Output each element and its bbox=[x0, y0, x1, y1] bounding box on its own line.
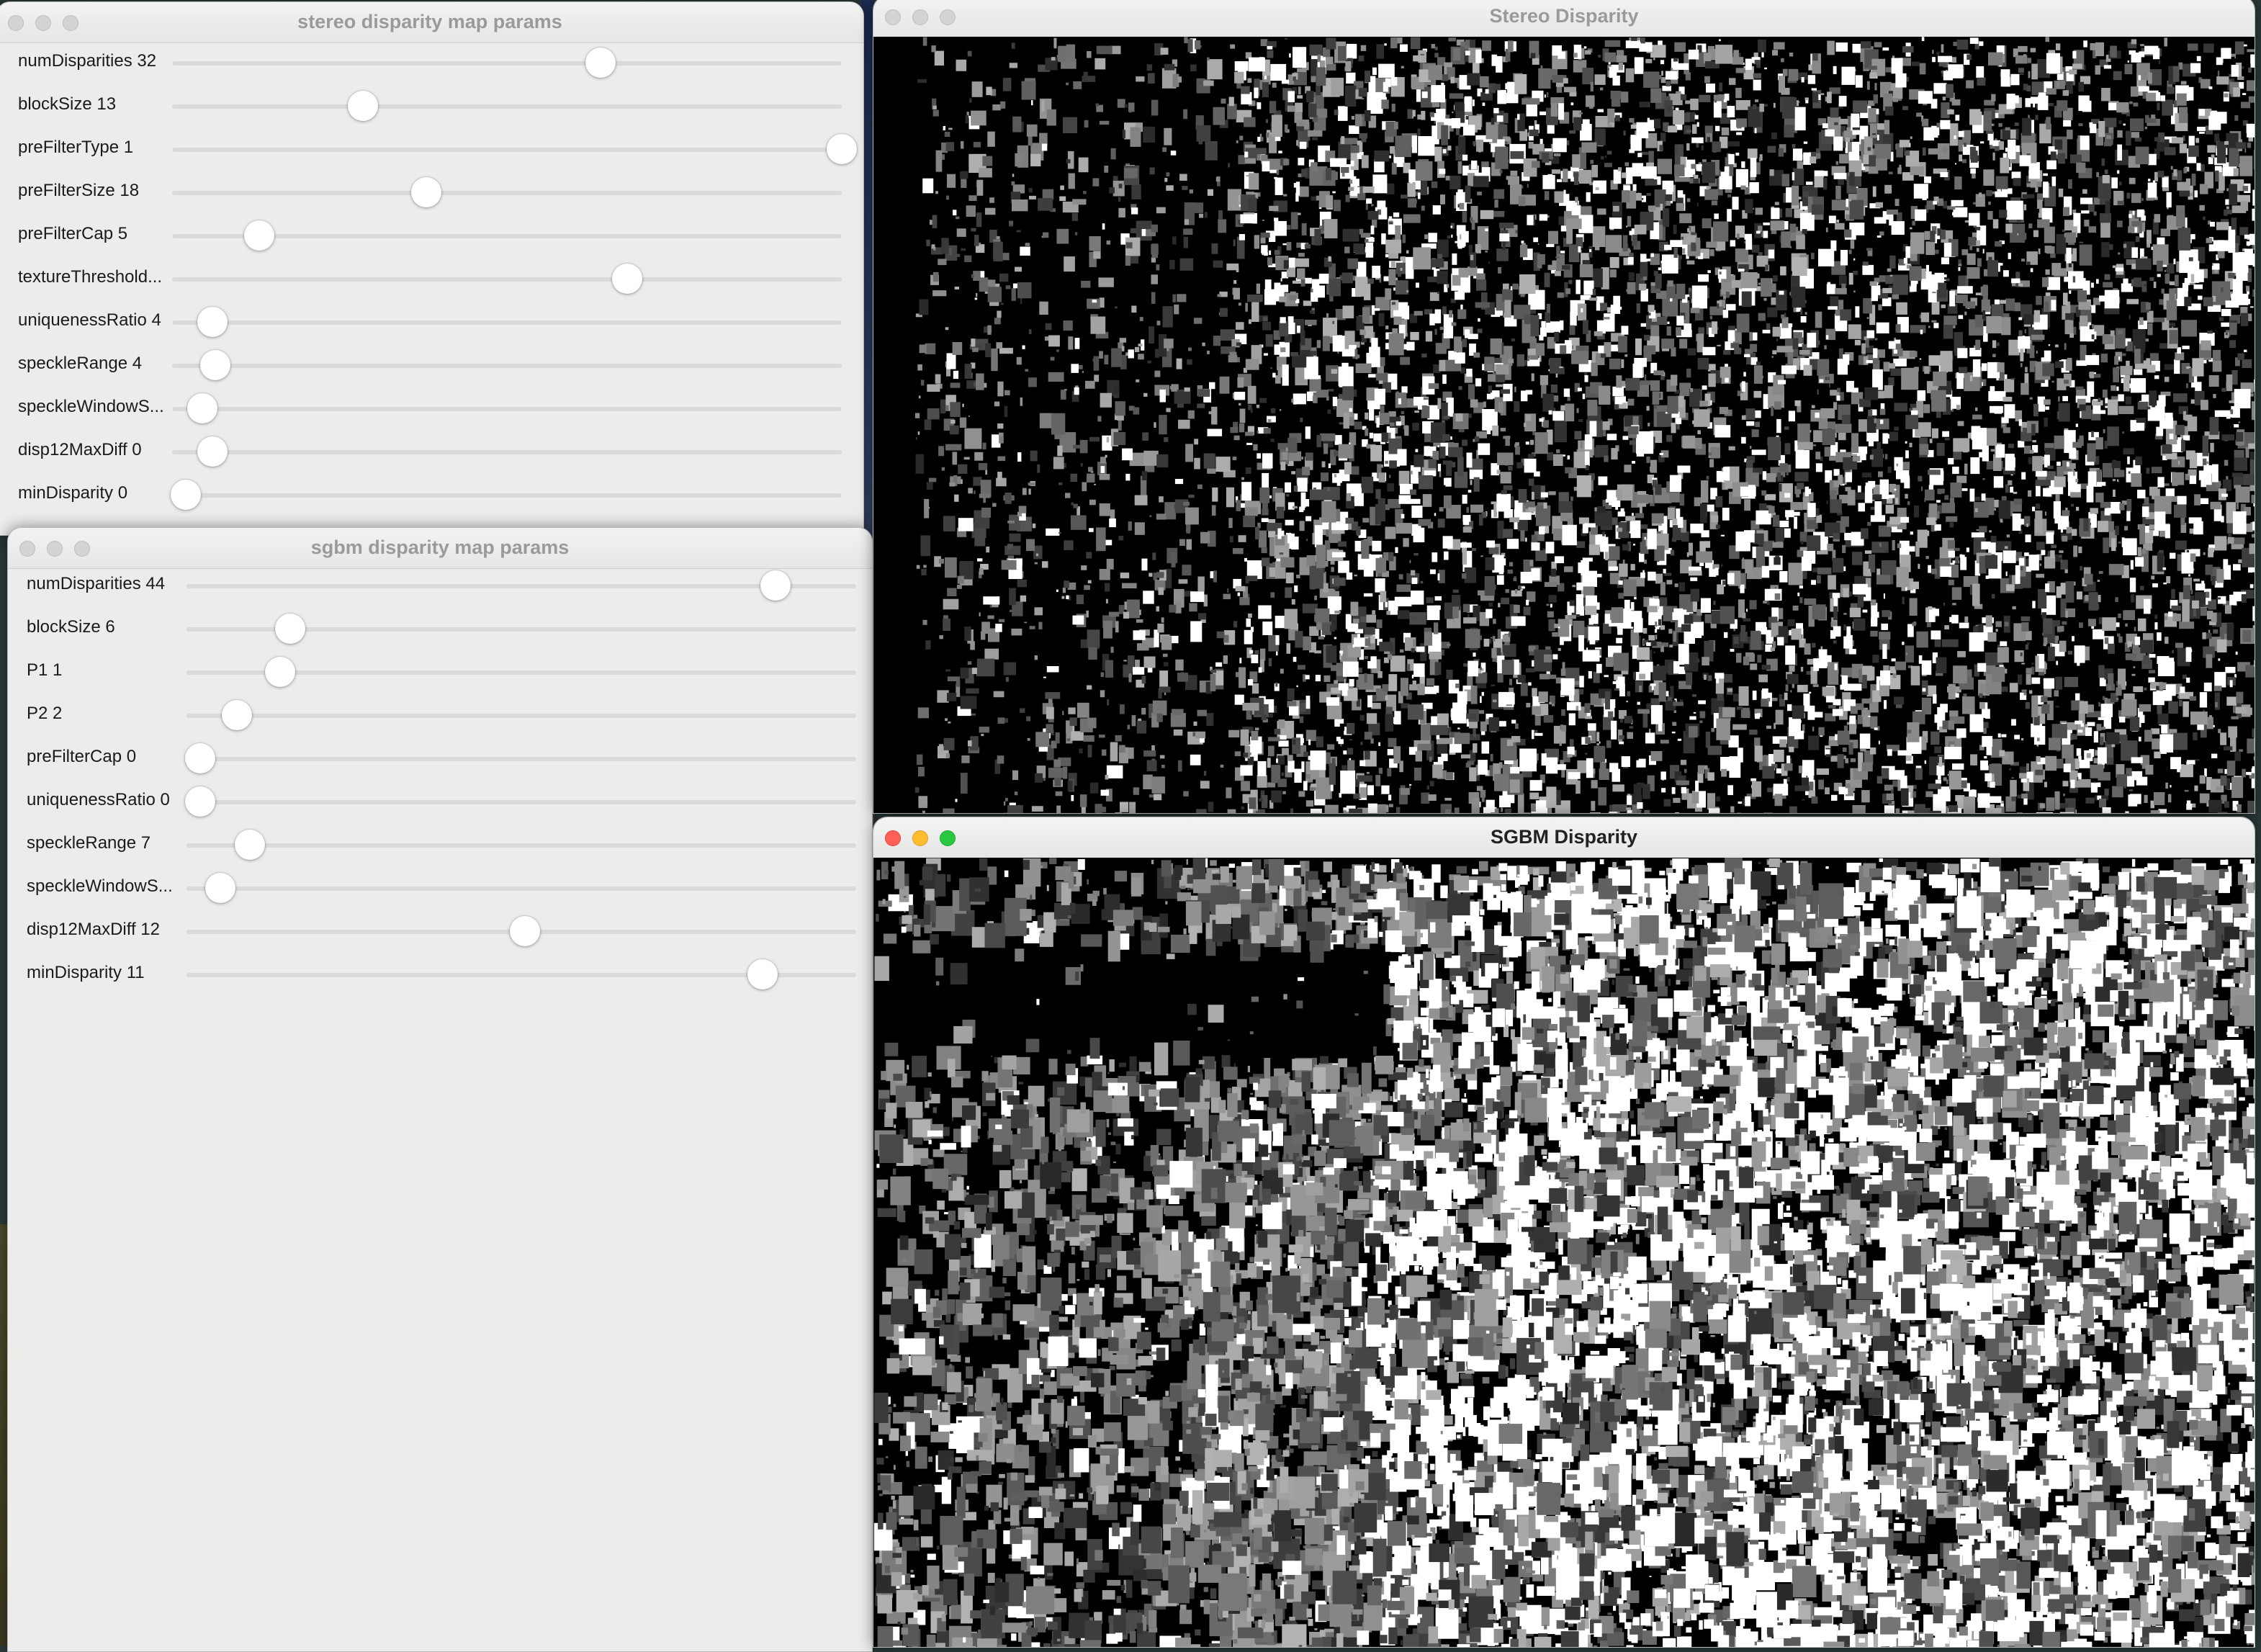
slider-label: numDisparities 44 bbox=[27, 574, 182, 594]
sgbm-params-window: sgbm disparity map params numDisparities… bbox=[7, 527, 873, 1652]
slider-label: uniquenessRatio 0 bbox=[27, 790, 182, 810]
slider-label: minDisparity 11 bbox=[27, 963, 182, 983]
slider-track[interactable] bbox=[186, 584, 856, 588]
slider-track[interactable] bbox=[186, 670, 856, 675]
sgbm-disparity-titlebar[interactable]: SGBM Disparity bbox=[873, 817, 2255, 858]
window-title: SGBM Disparity bbox=[873, 826, 2255, 848]
slider-track[interactable] bbox=[186, 843, 856, 848]
slider-row: P2 2 bbox=[27, 693, 869, 737]
slider-track[interactable] bbox=[172, 493, 842, 498]
slider-thumb[interactable] bbox=[510, 916, 540, 946]
slider-track[interactable] bbox=[172, 61, 842, 66]
slider-row: speckleRange 4 bbox=[18, 344, 853, 387]
slider-row: blockSize 6 bbox=[27, 607, 869, 650]
slider-label: uniquenessRatio 4 bbox=[18, 310, 174, 331]
slider-label: speckleRange 7 bbox=[27, 833, 182, 853]
slider-thumb[interactable] bbox=[612, 264, 642, 294]
slider-label: speckleWindowS... bbox=[18, 397, 174, 417]
slider-thumb[interactable] bbox=[197, 307, 228, 337]
slider-row: numDisparities 44 bbox=[27, 564, 869, 607]
slider-row: disp12MaxDiff 0 bbox=[18, 430, 853, 473]
slider-label: disp12MaxDiff 12 bbox=[27, 920, 182, 940]
slider-track[interactable] bbox=[172, 407, 842, 411]
slider-row: minDisparity 11 bbox=[27, 953, 869, 996]
slider-label: minDisparity 0 bbox=[18, 483, 174, 503]
slider-track[interactable] bbox=[172, 148, 842, 152]
stereo-disparity-window: Stereo Disparity bbox=[873, 0, 2255, 814]
slider-track[interactable] bbox=[172, 364, 842, 368]
slider-thumb[interactable] bbox=[222, 700, 252, 730]
slider-label: textureThreshold... bbox=[18, 267, 174, 287]
slider-row: textureThreshold... bbox=[18, 257, 853, 300]
slider-track[interactable] bbox=[172, 234, 842, 238]
slider-row: uniquenessRatio 0 bbox=[27, 780, 869, 823]
slider-track[interactable] bbox=[172, 104, 842, 109]
slider-thumb[interactable] bbox=[275, 614, 305, 644]
slider-label: preFilterSize 18 bbox=[18, 181, 174, 201]
slider-row: preFilterType 1 bbox=[18, 127, 853, 171]
slider-thumb[interactable] bbox=[244, 220, 274, 251]
slider-thumb[interactable] bbox=[411, 177, 441, 207]
window-title: Stereo Disparity bbox=[873, 5, 2255, 27]
slider-row: disp12MaxDiff 12 bbox=[27, 910, 869, 953]
slider-thumb[interactable] bbox=[760, 570, 791, 601]
slider-label: speckleRange 4 bbox=[18, 354, 174, 374]
slider-label: P1 1 bbox=[27, 660, 182, 681]
slider-track[interactable] bbox=[172, 450, 842, 454]
slider-label: preFilterType 1 bbox=[18, 138, 174, 158]
slider-thumb[interactable] bbox=[827, 134, 857, 164]
slider-label: disp12MaxDiff 0 bbox=[18, 440, 174, 460]
slider-track[interactable] bbox=[186, 930, 856, 934]
slider-track[interactable] bbox=[186, 800, 856, 804]
slider-thumb[interactable] bbox=[187, 393, 217, 423]
slider-thumb[interactable] bbox=[265, 657, 295, 687]
slider-thumb[interactable] bbox=[197, 436, 228, 467]
slider-row: speckleWindowS... bbox=[27, 866, 869, 910]
slider-label: preFilterCap 0 bbox=[27, 747, 182, 767]
slider-thumb[interactable] bbox=[348, 91, 378, 121]
slider-thumb[interactable] bbox=[171, 480, 201, 510]
slider-row: preFilterCap 0 bbox=[27, 737, 869, 780]
slider-label: preFilterCap 5 bbox=[18, 224, 174, 244]
window-title: sgbm disparity map params bbox=[8, 537, 872, 559]
slider-row: minDisparity 0 bbox=[18, 473, 853, 516]
slider-thumb[interactable] bbox=[205, 873, 235, 903]
slider-label: numDisparities 32 bbox=[18, 51, 174, 71]
stereo-disparity-image bbox=[873, 37, 2255, 813]
slider-thumb[interactable] bbox=[235, 830, 265, 860]
slider-label: speckleWindowS... bbox=[27, 876, 182, 897]
slider-row: speckleRange 7 bbox=[27, 823, 869, 866]
slider-track[interactable] bbox=[186, 973, 856, 977]
slider-track[interactable] bbox=[186, 627, 856, 632]
slider-thumb[interactable] bbox=[200, 350, 230, 380]
sgbm-params-titlebar[interactable]: sgbm disparity map params bbox=[8, 528, 872, 569]
slider-row: P1 1 bbox=[27, 650, 869, 693]
slider-track[interactable] bbox=[172, 277, 842, 282]
slider-row: numDisparities 32 bbox=[18, 41, 853, 84]
slider-track[interactable] bbox=[172, 320, 842, 325]
sgbm-disparity-window: SGBM Disparity bbox=[873, 817, 2255, 1648]
slider-row: blockSize 13 bbox=[18, 84, 853, 127]
slider-label: blockSize 6 bbox=[27, 617, 182, 637]
slider-track[interactable] bbox=[172, 191, 842, 195]
stereo-params-window: stereo disparity map params numDispariti… bbox=[0, 1, 864, 536]
slider-thumb[interactable] bbox=[747, 959, 778, 989]
slider-label: blockSize 13 bbox=[18, 94, 174, 115]
stereo-params-titlebar[interactable]: stereo disparity map params bbox=[0, 2, 863, 43]
slider-track[interactable] bbox=[186, 714, 856, 718]
slider-thumb[interactable] bbox=[185, 786, 215, 817]
stereo-disparity-titlebar[interactable]: Stereo Disparity bbox=[873, 0, 2255, 37]
slider-thumb[interactable] bbox=[585, 48, 616, 78]
window-title: stereo disparity map params bbox=[0, 11, 863, 33]
slider-track[interactable] bbox=[186, 757, 856, 761]
slider-row: preFilterSize 18 bbox=[18, 171, 853, 214]
slider-row: preFilterCap 5 bbox=[18, 214, 853, 257]
slider-row: speckleWindowS... bbox=[18, 387, 853, 430]
slider-row: uniquenessRatio 4 bbox=[18, 300, 853, 344]
slider-thumb[interactable] bbox=[185, 743, 215, 773]
slider-track[interactable] bbox=[186, 886, 856, 891]
slider-label: P2 2 bbox=[27, 704, 182, 724]
sgbm-disparity-image bbox=[873, 858, 2255, 1647]
